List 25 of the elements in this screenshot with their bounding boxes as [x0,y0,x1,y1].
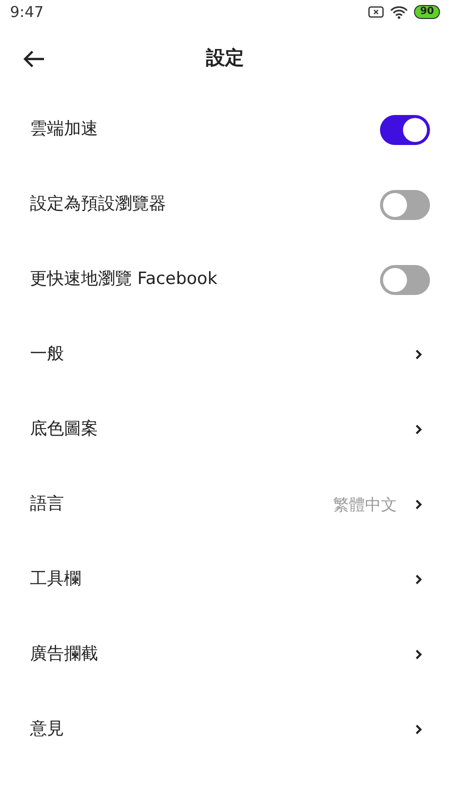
status-time: 9:47 [10,2,44,23]
setting-label: 一般 [30,342,64,366]
setting-label: 底色圖案 [30,418,98,441]
setting-label: 更快速地瀏覽 Facebook [30,268,218,291]
setting-label: 雲端加速 [30,118,98,141]
toggle-switch[interactable] [380,114,430,144]
setting-value: 繁體中文 [333,494,397,516]
chevron-icon [415,649,422,660]
wifi-icon [390,6,408,18]
setting-label: 設定為預設瀏覽器 [30,192,166,216]
sim-icon [368,6,384,18]
chevron-icon [415,349,422,360]
chevron-icon [415,724,422,735]
page-title: 設定 [206,46,244,71]
toggle-switch[interactable] [380,190,430,220]
chevron-icon [415,574,422,585]
setting-label: 語言 [30,492,64,516]
setting-label: 工具欄 [30,568,81,591]
chevron-icon [415,499,422,510]
setting-label: 意見 [30,718,64,741]
back-button[interactable] [22,48,46,70]
toggle-switch[interactable] [380,264,430,294]
chevron-icon [415,424,422,435]
setting-label: 廣告攔截 [30,642,98,666]
battery-indicator: 90 [414,5,440,19]
